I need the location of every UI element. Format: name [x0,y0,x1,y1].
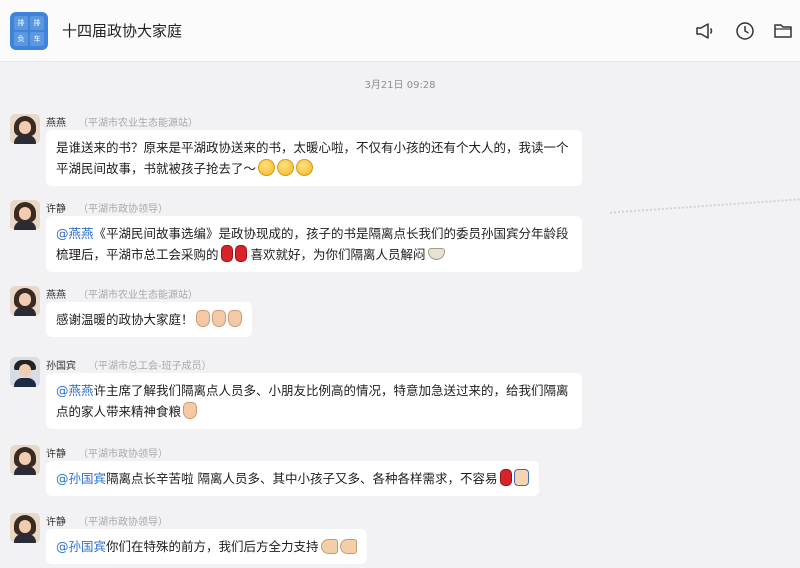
sender-org: （平湖市农业生态能源站） [78,118,198,129]
message-bubble[interactable]: 感谢温暖的政协大家庭！ [46,302,252,337]
smile-emoji-icon [296,159,314,176]
sender-name: 孙国宾 [46,361,76,372]
sender-avatar[interactable] [10,286,40,316]
chat-title: 十四届政协大家庭 [62,22,183,40]
sender-name: 许静 [46,449,66,460]
message-text: 隔离点长辛苦啦 隔离人员多、其中小孩子又多、各种各样需求，不容易 [106,471,498,486]
mention-link[interactable]: @燕燕 [56,226,94,241]
sender-org: （平湖市农业生态能源站） [78,290,198,301]
folder-icon[interactable] [772,20,794,42]
sender-avatar[interactable] [10,357,40,387]
clap-emoji-icon [211,310,226,327]
mention-link[interactable]: @燕燕 [56,383,94,398]
megaphone-icon[interactable] [694,20,716,42]
sender-name: 燕燕 [46,290,66,301]
mention-link[interactable]: @孙国宾 [56,539,106,554]
sender-line: 许静 （平湖市政协领导） [46,445,168,460]
sender-name: 燕燕 [46,118,66,129]
message-bubble[interactable]: @燕燕许主席了解我们隔离点人员多、小朋友比例高的情况，特意加急送过来的，给我们隔… [46,373,582,429]
clap-emoji-icon [183,402,198,419]
group-avatar-char: 车 [30,32,44,46]
clap-emoji-icon [227,310,242,327]
group-avatar[interactable]: 排 排 负 车 [10,12,48,50]
lantern-emoji-icon [499,469,512,486]
sender-org: （平湖市政协领导） [78,449,168,460]
muscle-emoji-icon [339,539,357,554]
chat-header: 排 排 负 车 十四届政协大家庭 [0,0,800,62]
muscle-emoji-icon [320,539,338,554]
message-text: 感谢温暖的政协大家庭！ [56,312,194,327]
smile-emoji-icon [258,159,276,176]
message-bubble[interactable]: @燕燕《平湖民间故事选编》是政协现成的，孩子的书是隔离点长我们的委员孙国宾分年龄… [46,216,582,272]
sender-org: （平湖市政协领导） [78,204,168,215]
sender-org: （平湖市总工会-班子成员） [88,361,212,372]
message-text: 喜欢就好，为你们隔离人员解闷 [250,247,426,262]
sender-avatar[interactable] [10,200,40,230]
sender-name: 许静 [46,517,66,528]
sender-name: 许静 [46,204,66,215]
lantern-emoji-icon [220,245,233,262]
message-text: 许主席了解我们隔离点人员多、小朋友比例高的情况，特意加急送过来的，给我们隔离点的… [56,383,569,419]
smile-emoji-icon [277,159,295,176]
message-bubble[interactable]: @孙国宾隔离点长辛苦啦 隔离人员多、其中小孩子又多、各种各样需求，不容易 [46,461,539,496]
sender-line: 燕燕 （平湖市农业生态能源站） [46,286,198,301]
group-avatar-char: 排 [30,16,44,30]
message-bubble[interactable]: 是谁送来的书？原来是平湖政协送来的书，太暖心啦，不仅有小孩的还有个大人的，我读一… [46,130,582,186]
sender-org: （平湖市政协领导） [78,517,168,528]
group-avatar-char: 负 [14,32,28,46]
sender-line: 孙国宾 （平湖市总工会-班子成员） [46,357,212,372]
clock-icon[interactable] [734,20,756,42]
sender-line: 燕燕 （平湖市农业生态能源站） [46,114,198,129]
sender-line: 许静 （平湖市政协领导） [46,513,168,528]
group-avatar-char: 排 [14,16,28,30]
lantern-emoji-icon [234,245,247,262]
message-bubble[interactable]: @孙国宾你们在特殊的前方，我们后方全力支持 [46,529,367,564]
sender-line: 许静 （平湖市政协领导） [46,200,168,215]
message-text: 你们在特殊的前方，我们后方全力支持 [106,539,319,554]
bowl-emoji-icon [427,248,445,260]
sender-avatar[interactable] [10,114,40,144]
message-timestamp: 3月21日 09:28 [364,80,436,91]
sender-avatar[interactable] [10,513,40,543]
clap-emoji-icon [195,310,210,327]
watermark-line [609,198,800,222]
sender-avatar[interactable] [10,445,40,475]
thumbs-up-emoji-icon [513,469,529,486]
mention-link[interactable]: @孙国宾 [56,471,106,486]
